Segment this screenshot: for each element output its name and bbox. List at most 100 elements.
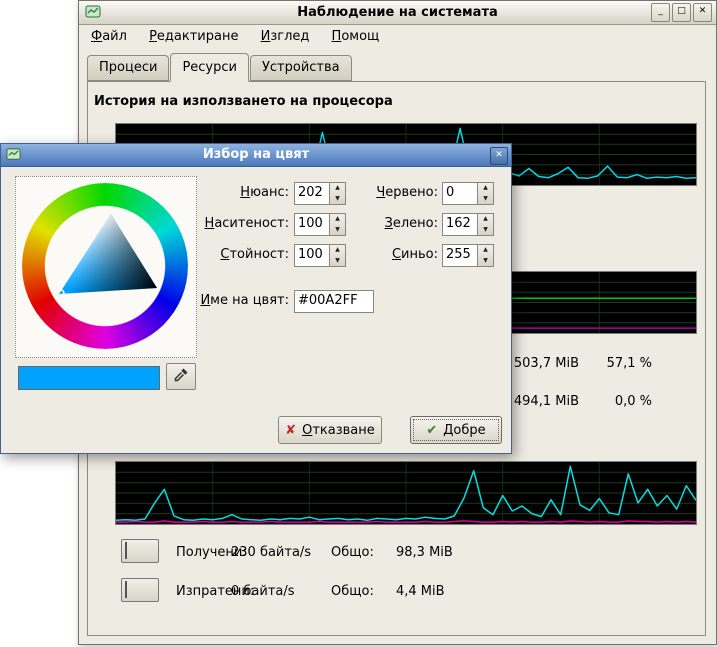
- hue-label: Нюанс:: [204, 185, 289, 200]
- tab-resources[interactable]: Ресурси: [170, 53, 249, 82]
- blue-value[interactable]: 255: [443, 245, 477, 266]
- tab-bar: ПроцесиРесурсиУстройства: [87, 53, 353, 82]
- menu-file-mnemonic: Ф: [91, 29, 102, 44]
- received-total: 98,3 MiB: [396, 545, 453, 560]
- red-down-arrow[interactable]: ▼: [478, 194, 493, 205]
- green-down-arrow[interactable]: ▼: [478, 225, 493, 236]
- menu-view-mnemonic: И: [261, 29, 271, 44]
- hue-down-arrow[interactable]: ▼: [330, 194, 345, 205]
- value-up-arrow[interactable]: ▲: [330, 245, 345, 256]
- red-spinbox[interactable]: 0 ▲▼: [442, 182, 494, 205]
- cancel-icon: ✘: [285, 423, 296, 438]
- dialog-title: Избор на цвят: [1, 147, 511, 162]
- sent-rate: 0 байта/s: [231, 584, 295, 599]
- menu-help-mnemonic: П: [332, 29, 342, 44]
- tab-processes[interactable]: Процеси: [87, 55, 169, 81]
- value-label: Стойност:: [204, 247, 289, 262]
- saturation-up-arrow[interactable]: ▲: [330, 214, 345, 225]
- ok-button[interactable]: ✔ Добре: [410, 416, 502, 444]
- sent-total-label: Общо:: [331, 584, 374, 599]
- red-mnemonic: Ч: [376, 185, 385, 200]
- received-rate: 230 байта/s: [231, 545, 311, 560]
- green-mnemonic: З: [385, 216, 393, 231]
- menu-file[interactable]: Файл: [82, 26, 136, 47]
- menu-edit-label: едактиране: [157, 29, 239, 44]
- sent-color-button[interactable]: [121, 578, 159, 602]
- maximize-button[interactable]: □: [672, 3, 691, 22]
- sent-color-swatch: [125, 581, 127, 598]
- hue-spinbox[interactable]: 202 ▲▼: [294, 182, 346, 205]
- close-button[interactable]: ✕: [693, 3, 712, 22]
- window-title: Наблюдение на системата: [79, 5, 716, 20]
- menu-edit-mnemonic: Р: [149, 29, 157, 44]
- green-value[interactable]: 162: [443, 214, 477, 235]
- menu-view-label: зглед: [270, 29, 309, 44]
- eyedropper-icon: [173, 367, 189, 383]
- received-color-button[interactable]: [121, 539, 159, 563]
- dialog-close-button[interactable]: ✕: [490, 147, 508, 165]
- sent-total: 4,4 MiB: [396, 584, 445, 599]
- swap-percent-value: 0,0 %: [592, 394, 652, 409]
- color-name-label-text: ме на цвят:: [210, 293, 289, 308]
- sv-triangle[interactable]: [45, 206, 165, 326]
- value-value[interactable]: 100: [295, 245, 329, 266]
- blue-label-text: иньо:: [401, 247, 438, 262]
- ok-label-text: обре: [453, 423, 485, 438]
- cancel-label: Отказване: [302, 423, 375, 438]
- green-label: Зелено:: [353, 216, 438, 231]
- menu-file-label: айл: [102, 29, 127, 44]
- color-name-mnemonic: И: [200, 293, 210, 308]
- color-name-label: Име на цвят:: [176, 293, 289, 308]
- received-total-label: Общо:: [331, 545, 374, 560]
- red-value[interactable]: 0: [443, 183, 477, 204]
- saturation-label: Наситеност:: [204, 216, 289, 231]
- value-label-text: тойност:: [229, 247, 289, 262]
- value-down-arrow[interactable]: ▼: [330, 256, 345, 267]
- dialog-titlebar[interactable]: Избор на цвят ✕: [1, 144, 511, 167]
- saturation-value[interactable]: 100: [295, 214, 329, 235]
- hue-label-text: юанс:: [250, 185, 289, 200]
- cpu-section-title: История на използването на процесора: [94, 94, 393, 109]
- cancel-mnemonic: О: [302, 423, 312, 438]
- menu-help-label: омощ: [341, 29, 379, 44]
- cancel-label-text: тказване: [312, 423, 374, 438]
- titlebar[interactable]: Наблюдение на системата _ □ ✕: [79, 1, 716, 25]
- eyedropper-button[interactable]: [166, 363, 196, 390]
- red-up-arrow[interactable]: ▲: [478, 183, 493, 194]
- ok-mnemonic: Д: [443, 423, 453, 438]
- cancel-button[interactable]: ✘ Отказване: [278, 416, 382, 444]
- hue-mnemonic: Н: [240, 185, 250, 200]
- hue-value[interactable]: 202: [295, 183, 329, 204]
- saturation-spinbox[interactable]: 100 ▲▼: [294, 213, 346, 236]
- memory-percent-value: 57,1 %: [592, 356, 652, 371]
- color-picker-dialog: Избор на цвят ✕: [0, 143, 512, 454]
- minimize-button[interactable]: _: [651, 3, 670, 22]
- menu-view[interactable]: Изглед: [252, 26, 319, 47]
- saturation-label-text: аситеност:: [214, 216, 289, 231]
- hue-up-arrow[interactable]: ▲: [330, 183, 345, 194]
- red-label-text: ервено:: [385, 185, 438, 200]
- green-spinbox[interactable]: 162 ▲▼: [442, 213, 494, 236]
- network-history-chart: [115, 461, 697, 525]
- saturation-mnemonic: Н: [205, 216, 215, 231]
- blue-spinbox[interactable]: 255 ▲▼: [442, 244, 494, 267]
- ok-label: Добре: [443, 423, 485, 438]
- menubar: Файл Редактиране Изглед Помощ: [82, 26, 388, 49]
- blue-mnemonic: С: [392, 247, 401, 262]
- tab-devices[interactable]: Устройства: [250, 55, 352, 81]
- red-label: Червено:: [353, 185, 438, 200]
- menu-help[interactable]: Помощ: [323, 26, 389, 47]
- color-wheel-area: [15, 176, 197, 358]
- color-name-input[interactable]: #00A2FF: [294, 290, 374, 313]
- blue-down-arrow[interactable]: ▼: [478, 256, 493, 267]
- received-color-swatch: [125, 542, 127, 559]
- value-spinbox[interactable]: 100 ▲▼: [294, 244, 346, 267]
- color-preview: [18, 366, 160, 390]
- blue-label: Синьо:: [353, 247, 438, 262]
- green-up-arrow[interactable]: ▲: [478, 214, 493, 225]
- blue-up-arrow[interactable]: ▲: [478, 245, 493, 256]
- desktop: Наблюдение на системата _ □ ✕ Файл Редак…: [0, 0, 717, 647]
- ok-icon: ✔: [426, 423, 437, 438]
- menu-edit[interactable]: Редактиране: [140, 26, 247, 47]
- saturation-down-arrow[interactable]: ▼: [330, 225, 345, 236]
